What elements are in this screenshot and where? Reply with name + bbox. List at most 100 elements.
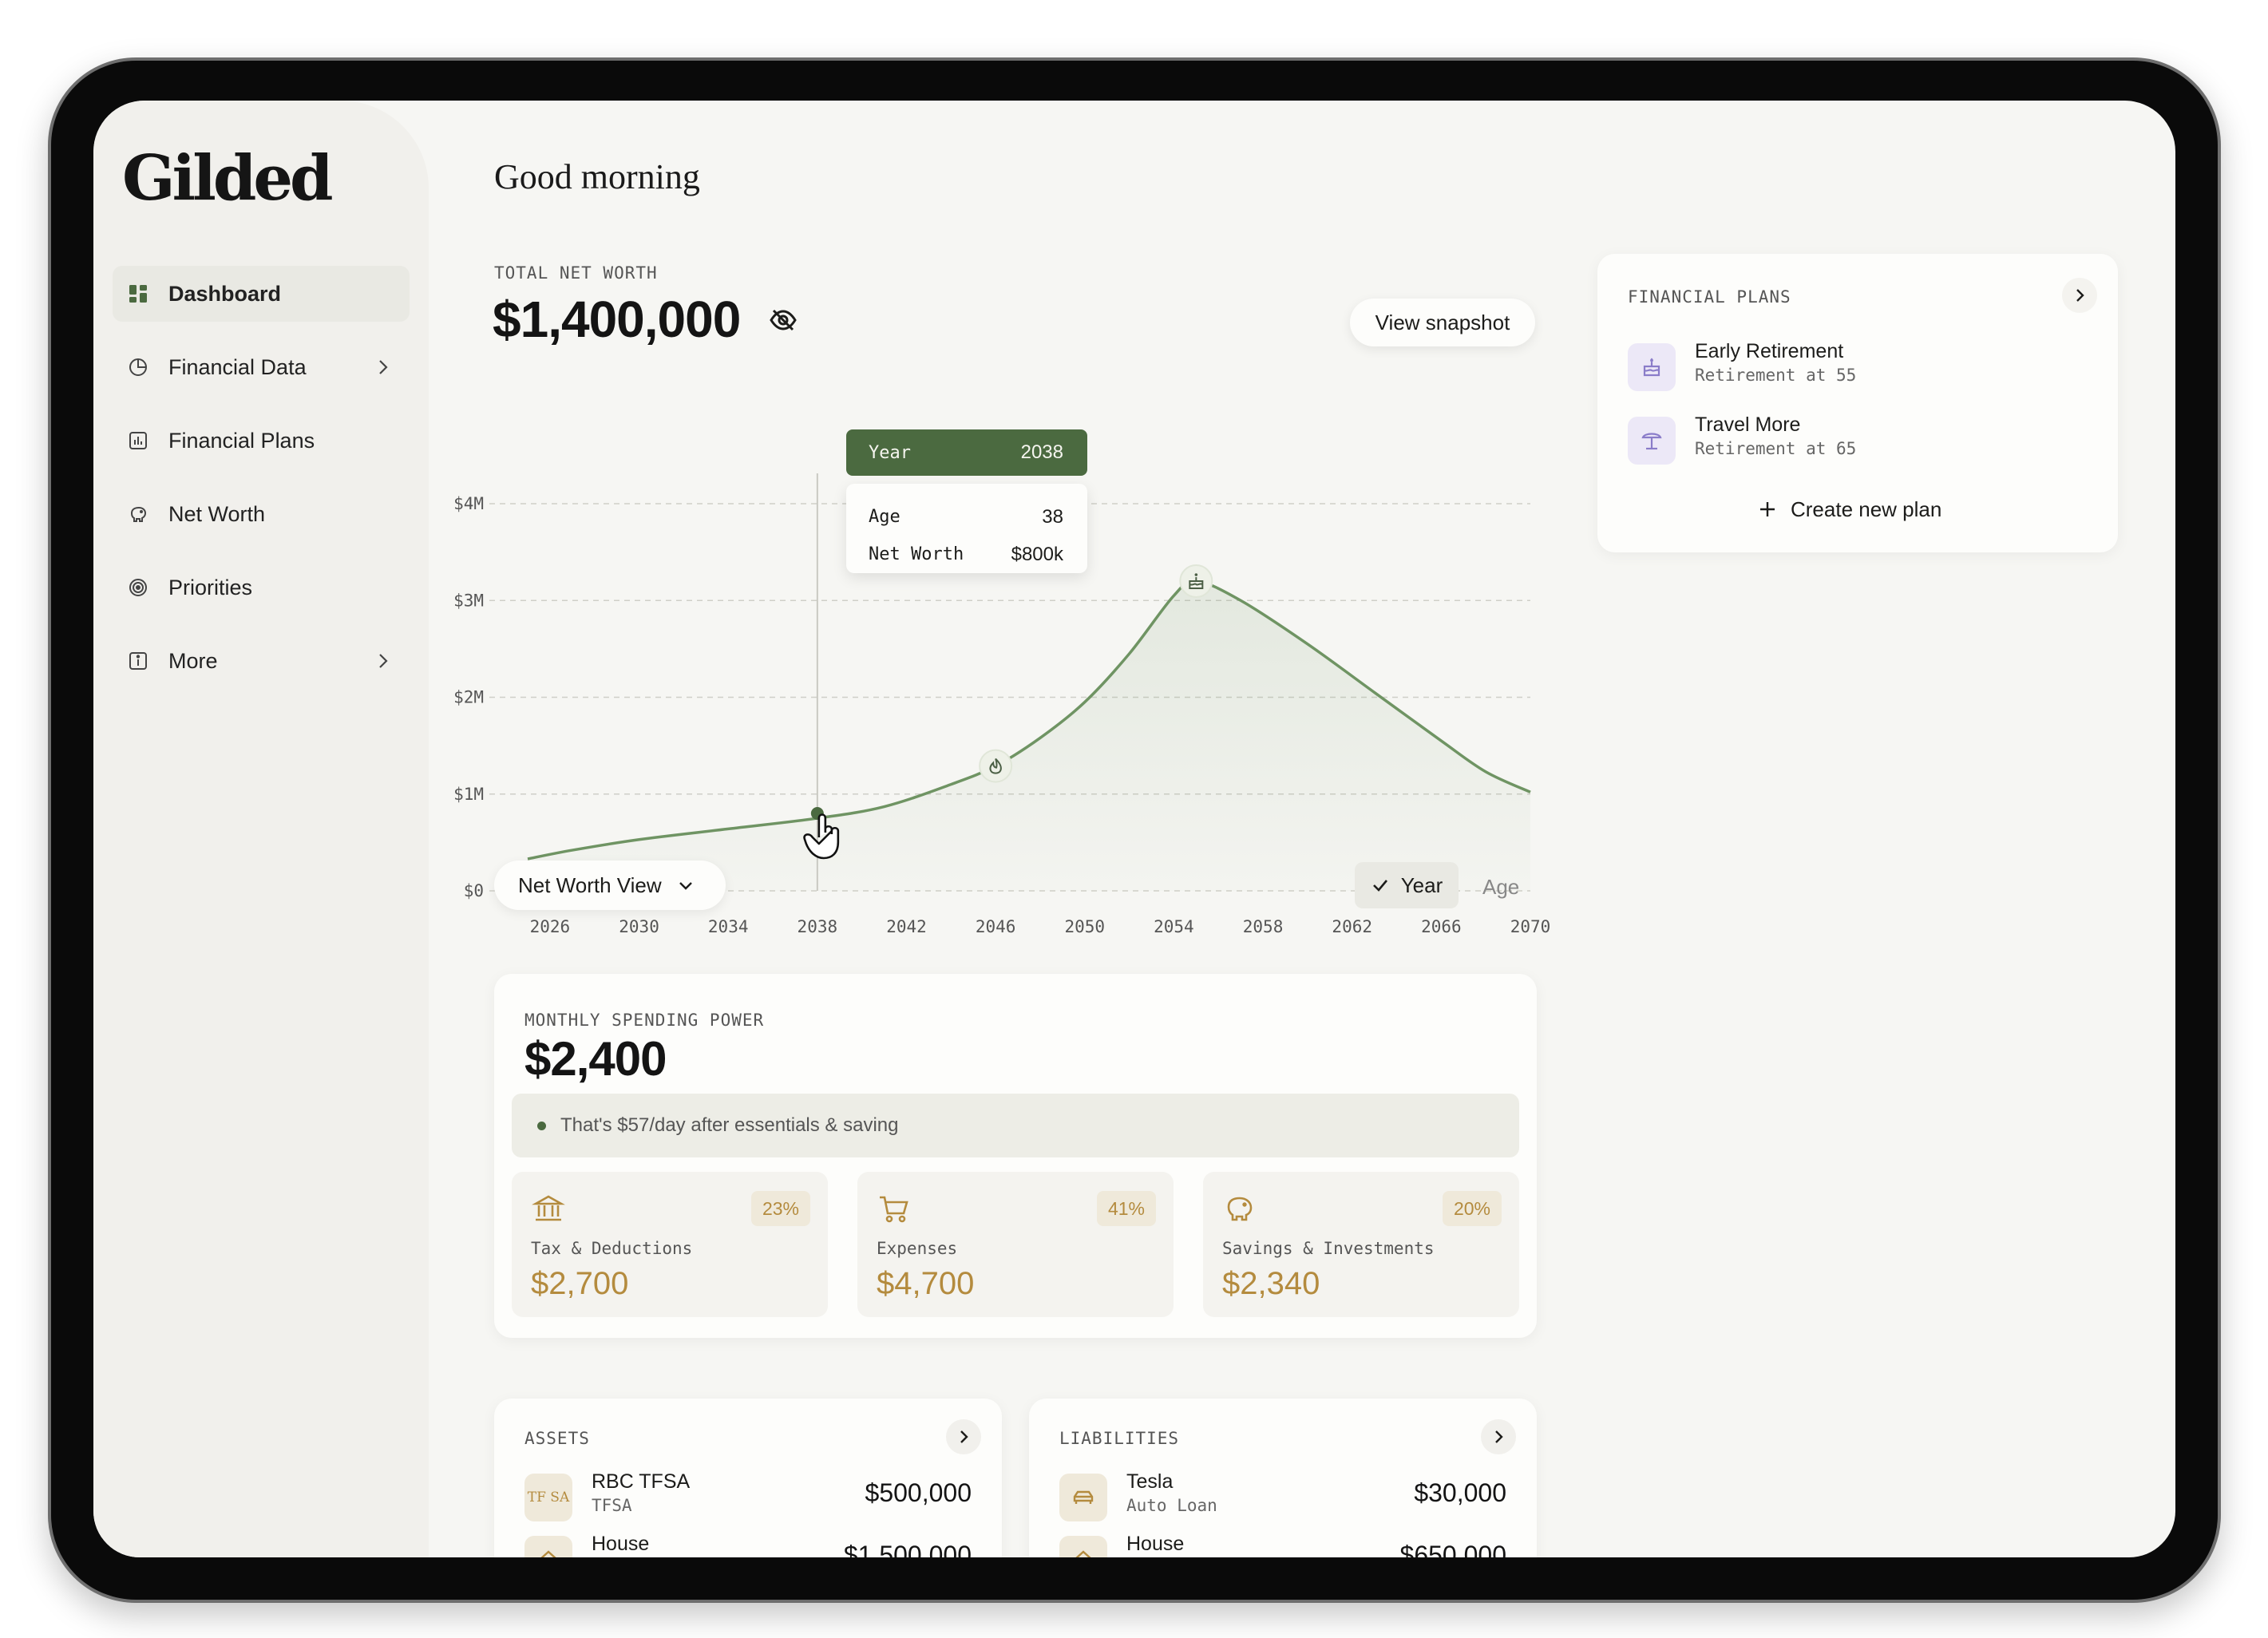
tooltip-year-value: 2038 [1020,441,1063,463]
net-worth-view-dropdown[interactable]: Net Worth View [494,861,726,910]
x-tick-label: 2026 [530,917,571,936]
spending-note: That's $57/day after essentials & saving [512,1094,1519,1157]
sidebar-item-financial-data[interactable]: Financial Data [113,339,410,395]
tfsa-icon: TF SA [524,1474,572,1521]
liability-row[interactable]: Tesla Auto Loan $30,000 [1059,1470,1506,1526]
toggle-age-button[interactable]: Age [1482,875,1519,900]
create-new-plan-button[interactable]: Create new plan [1757,495,1941,524]
y-tick-label: $4M [453,494,484,513]
app-logo: Gilded [122,142,334,215]
card-label: Tax & Deductions [531,1239,693,1258]
x-tick-label: 2066 [1421,917,1462,936]
x-tick-label: 2038 [798,917,838,936]
sidebar-item-priorities[interactable]: Priorities [113,560,410,615]
house-icon [524,1536,572,1557]
savings-investments-card[interactable]: 20% Savings & Investments $2,340 [1203,1172,1519,1317]
liabilities-open-button[interactable] [1481,1419,1516,1454]
sidebar-item-net-worth[interactable]: Net Worth [113,486,410,542]
plan-item-early-retirement[interactable]: Early Retirement Retirement at 55 [1628,340,2075,396]
house-icon [1059,1536,1107,1557]
chart-milestone-flame-icon [979,749,1013,783]
monthly-spending-card: MONTHLY SPENDING POWER $2,400 That's $57… [494,974,1537,1338]
candle-flame [1194,573,1198,576]
pie-chart-icon [127,356,149,378]
sidebar-item-label: Financial Plans [168,428,315,453]
cake-icon [1628,343,1676,391]
sidebar: Gilded Dashboard Financial Data Financia [93,101,429,1557]
y-tick-label: $0 [464,881,484,900]
sidebar-item-financial-plans[interactable]: Financial Plans [113,413,410,469]
sidebar-item-label: More [168,648,218,673]
card-label: Savings & Investments [1222,1239,1435,1258]
assets-title: ASSETS [524,1429,590,1448]
chart-milestone-cake-icon [1179,564,1213,598]
chevron-right-icon [1495,1430,1503,1443]
view-snapshot-button[interactable]: View snapshot [1350,299,1535,346]
liability-row[interactable]: House $650,000 [1059,1533,1506,1557]
bar-chart-icon [127,429,149,452]
piggy-bank-icon [127,503,149,525]
hide-value-eye-icon[interactable] [768,305,798,335]
chart-area-fill [528,580,1530,891]
x-tick-label: 2050 [1064,917,1105,936]
chevron-right-icon [379,654,388,668]
tax-deductions-card[interactable]: 23% Tax & Deductions $2,700 [512,1172,828,1317]
plus-icon [1760,502,1775,516]
tooltip-age-row: Age 38 [869,498,1063,536]
card-value: $2,700 [531,1266,629,1301]
greeting-title: Good morning [494,157,700,196]
asset-row[interactable]: TF SA RBC TFSA TFSA $500,000 [524,1470,972,1526]
cart-icon [880,1196,908,1223]
assets-open-button[interactable] [946,1419,981,1454]
card-label: Expenses [877,1239,958,1258]
spending-value: $2,400 [524,1032,667,1086]
tooltip-networth-label: Net Worth [869,544,964,564]
tooltip-year-label: Year [869,442,911,463]
x-tick-label: 2034 [708,917,749,936]
piggy-bank-icon [1227,1197,1253,1221]
dropdown-label: Net Worth View [518,872,662,897]
plan-item-travel-more[interactable]: Travel More Retirement at 65 [1628,413,2075,469]
liability-name: House [1126,1533,1185,1555]
plan-name: Travel More [1695,413,1801,436]
app-screen: Gilded Dashboard Financial Data Financia [93,101,2175,1557]
liability-name: Tesla [1126,1470,1174,1493]
toggle-year-label: Year [1400,872,1443,897]
y-tick-label: $3M [453,591,484,610]
chevron-right-icon [960,1430,968,1443]
expenses-card[interactable]: 41% Expenses $4,700 [857,1172,1174,1317]
percentage-badge: 20% [1442,1191,1502,1226]
x-tick-label: 2058 [1243,917,1284,936]
status-dot [537,1121,546,1130]
x-tick-label: 2070 [1510,917,1551,936]
sidebar-nav: Dashboard Financial Data Financial Plans [113,266,410,706]
target-icon [127,576,149,599]
tooltip-age-label: Age [869,507,900,527]
sidebar-item-label: Priorities [168,575,253,599]
asset-amount: $1,500,000 [843,1541,972,1557]
sidebar-item-more[interactable]: More [113,633,410,689]
liability-amount: $30,000 [1414,1478,1506,1507]
asset-type: TFSA [592,1496,632,1515]
milestone-badge [979,749,1013,783]
x-tick-label: 2042 [886,917,927,936]
car-icon [1059,1474,1107,1521]
chart-tooltip-year: Year 2038 [846,429,1087,476]
info-icon [127,650,149,672]
beach-umbrella-icon [1628,417,1676,465]
toggle-year-button[interactable]: Year [1355,862,1459,908]
plan-name: Early Retirement [1695,340,1844,362]
net-worth-value: $1,400,000 [493,291,741,348]
assets-card: ASSETS TF SA RBC TFSA TFSA $500,000 Hous… [494,1399,1002,1557]
plan-subtitle: Retirement at 55 [1695,366,1857,385]
spending-label: MONTHLY SPENDING POWER [524,1011,765,1030]
chevron-down-icon [679,882,692,890]
asset-row[interactable]: House $1,500,000 [524,1533,972,1557]
sidebar-item-label: Financial Data [168,354,307,379]
sidebar-item-dashboard[interactable]: Dashboard [113,266,410,322]
plans-open-button[interactable] [2062,278,2097,313]
card-value: $4,700 [877,1266,975,1301]
net-worth-label: TOTAL NET WORTH [494,263,658,283]
x-tick-label: 2062 [1332,917,1372,936]
bank-icon [532,1195,565,1221]
